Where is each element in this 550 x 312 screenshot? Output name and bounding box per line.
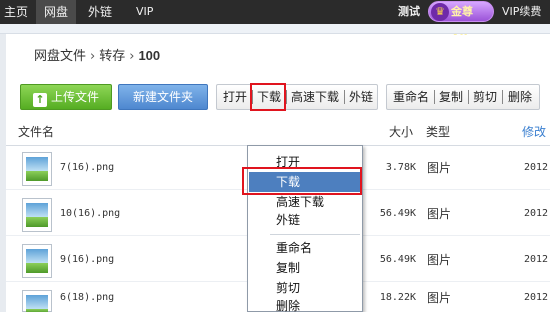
image-file-icon xyxy=(22,152,52,186)
file-table-header: 文件名 大小 类型 修改 xyxy=(6,118,550,146)
username[interactable]: 测试 xyxy=(398,0,420,24)
file-name[interactable]: 6(18).png xyxy=(60,284,114,312)
column-header-modified[interactable]: 修改 xyxy=(522,118,546,146)
context-menu-copy[interactable]: 复制 xyxy=(249,258,361,278)
image-file-icon xyxy=(22,290,52,312)
file-type: 图片 xyxy=(427,207,452,221)
delete-button[interactable]: 删除 xyxy=(503,85,537,109)
file-size: 3.78K xyxy=(385,162,416,173)
column-header-type[interactable]: 类型 xyxy=(426,118,450,146)
rename-button[interactable]: 重命名 xyxy=(389,85,433,109)
cut-button[interactable]: 剪切 xyxy=(469,85,501,109)
vip-renew-link[interactable]: VIP续费 xyxy=(502,0,541,24)
top-navigation-bar: 主页 网盘 外链 VIP 测试 ♛ 金尊VIP VIP续费 xyxy=(0,0,550,38)
file-name[interactable]: 10(16).png xyxy=(60,192,120,236)
file-type: 图片 xyxy=(427,253,452,267)
breadcrumb-separator: › xyxy=(90,49,96,64)
image-file-icon xyxy=(22,198,52,232)
fast-download-button[interactable]: 高速下载 xyxy=(287,85,343,109)
external-link-button[interactable]: 外链 xyxy=(345,85,377,109)
context-menu-delete[interactable]: 删除 xyxy=(249,296,361,312)
new-folder-button[interactable]: 新建文件夹 xyxy=(118,84,208,110)
file-modified: 2012 xyxy=(524,208,549,219)
crown-icon: ♛ xyxy=(431,3,449,21)
file-action-group: 打开 下载 高速下载 外链 xyxy=(216,84,378,110)
edit-action-group: 重命名 复制 剪切 删除 xyxy=(386,84,540,110)
copy-button[interactable]: 复制 xyxy=(435,85,467,109)
file-type: 图片 xyxy=(427,161,452,175)
upload-file-label: 上传文件 xyxy=(50,90,99,104)
file-type: 图片 xyxy=(427,291,452,305)
download-highlight-box xyxy=(250,83,286,111)
file-modified: 2012 xyxy=(524,254,549,265)
context-menu-rename[interactable]: 重命名 xyxy=(249,238,361,258)
file-name[interactable]: 7(16).png xyxy=(60,146,114,190)
file-name[interactable]: 9(16).png xyxy=(60,238,114,282)
breadcrumb-current: 100 xyxy=(138,48,161,63)
image-file-icon xyxy=(22,244,52,278)
vip-badge-label: 金尊VIP xyxy=(451,5,473,38)
context-menu-fast-download[interactable]: 高速下载 xyxy=(249,192,361,212)
context-menu-cut[interactable]: 剪切 xyxy=(249,278,361,298)
file-size: 18.22K xyxy=(379,292,416,303)
breadcrumb-item[interactable]: 转存 xyxy=(99,49,125,64)
upload-arrow-icon: ↑ xyxy=(32,93,47,107)
menu-download-highlight-box xyxy=(242,167,362,195)
file-modified: 2012 xyxy=(524,162,549,173)
breadcrumb: 网盘文件 › 转存 › 100 xyxy=(34,46,160,66)
breadcrumb-separator: › xyxy=(129,49,135,64)
vip-badge[interactable]: ♛ 金尊VIP xyxy=(428,1,494,38)
nav-home[interactable]: 主页 xyxy=(4,0,32,24)
upload-file-button[interactable]: ↑ 上传文件 xyxy=(20,84,112,110)
open-button[interactable]: 打开 xyxy=(219,85,251,109)
file-size: 56.49K xyxy=(379,208,416,219)
file-modified: 2012 xyxy=(524,292,549,303)
context-menu-separator xyxy=(270,234,360,235)
file-size: 56.49K xyxy=(379,254,416,265)
nav-vip[interactable]: VIP xyxy=(136,0,160,24)
column-header-size[interactable]: 大小 xyxy=(389,118,413,146)
header-divider xyxy=(0,24,550,34)
nav-external-links[interactable]: 外链 xyxy=(88,0,118,24)
context-menu-external-link[interactable]: 外链 xyxy=(249,210,361,230)
column-header-name[interactable]: 文件名 xyxy=(18,118,54,146)
breadcrumb-root[interactable]: 网盘文件 xyxy=(34,49,86,64)
nav-netdisk[interactable]: 网盘 xyxy=(36,0,76,24)
